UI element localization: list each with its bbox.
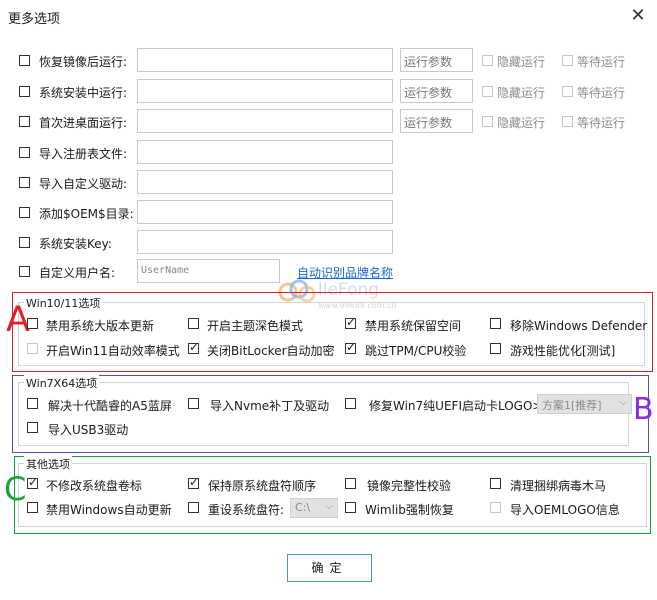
oem-dir-checkbox[interactable]	[19, 207, 30, 218]
chevron-down-icon: ⌵	[325, 501, 333, 512]
wimlib-force-checkbox[interactable]	[345, 502, 356, 513]
image-verify-label: 镜像完整性校验	[367, 479, 452, 493]
keep-drive-order-checkbox[interactable]	[188, 475, 199, 489]
confirm-button[interactable]: 确定	[287, 554, 372, 582]
restore-run-wait-label: 等待运行	[577, 55, 626, 69]
chevron-down-icon: ⌵	[619, 397, 627, 408]
other-group-title: 其他选项	[24, 456, 72, 472]
desktop-run-checkbox[interactable]	[19, 116, 30, 127]
oemlogo-checkbox[interactable]	[490, 502, 501, 513]
restore-run-input[interactable]	[137, 48, 393, 72]
remove-defender-label: 移除Windows Defender	[510, 319, 648, 333]
marker-letter-b: B	[633, 392, 654, 427]
setup-run-hide-label: 隐藏运行	[497, 86, 546, 100]
drive-letter-select[interactable]: C:\ ⌵	[290, 498, 338, 518]
disable-major-update-checkbox[interactable]	[27, 318, 38, 329]
keep-drive-order-label: 保持原系统盘符顺序	[208, 479, 317, 493]
desktop-run-hide-label: 隐藏运行	[497, 116, 546, 130]
title-bar: 更多选项 ✕	[0, 0, 657, 34]
import-registry-checkbox[interactable]	[19, 147, 30, 158]
dark-theme-label: 开启主题深色模式	[207, 319, 304, 333]
import-driver-label: 导入自定义驱动:	[39, 177, 128, 191]
setup-run-wait-checkbox[interactable]	[562, 86, 573, 97]
close-icon[interactable]: ✕	[628, 6, 648, 26]
skip-tpm-label: 跳过TPM/CPU校验	[365, 344, 467, 358]
setup-run-input[interactable]	[137, 79, 393, 103]
usb3-driver-checkbox[interactable]	[27, 422, 38, 433]
dark-theme-checkbox[interactable]	[188, 318, 199, 329]
import-registry-label: 导入注册表文件:	[39, 147, 128, 161]
win7-group-title: Win7X64选项	[24, 375, 100, 391]
desktop-run-param[interactable]: 运行参数	[400, 109, 473, 133]
game-optimize-label: 游戏性能优化[测试]	[510, 344, 616, 358]
disable-bitlocker-label: 关闭BitLocker自动加密	[207, 344, 335, 358]
import-driver-input[interactable]	[137, 170, 393, 194]
install-key-checkbox[interactable]	[19, 237, 30, 248]
install-key-label: 系统安装Key:	[39, 237, 112, 251]
skip-tpm-checkbox[interactable]	[345, 340, 356, 354]
restore-run-label: 恢复镜像后运行:	[39, 55, 128, 69]
nvme-patch-checkbox[interactable]	[188, 398, 199, 409]
nvme-patch-label: 导入Nvme补丁及驱动	[210, 399, 330, 413]
install-key-input[interactable]	[137, 230, 393, 254]
oem-dir-label: 添加$OEM$目录:	[39, 207, 134, 221]
username-label: 自定义用户名:	[39, 266, 116, 280]
keep-volume-label-label: 不修改系统盘卷标	[46, 479, 143, 493]
window-title: 更多选项	[8, 12, 61, 27]
setup-run-checkbox[interactable]	[19, 86, 30, 97]
setup-run-label: 系统安装中运行:	[39, 86, 128, 100]
disable-reserved-storage-label: 禁用系统保留空间	[365, 319, 462, 333]
restore-run-hide-checkbox[interactable]	[482, 55, 493, 66]
fix-uefi-logo-label: 修复Win7纯UEFI启动卡LOGO>>	[369, 399, 553, 413]
username-input[interactable]: UserName	[137, 259, 280, 283]
fix-a5-bsod-checkbox[interactable]	[27, 398, 38, 409]
uefi-fix-scheme-value: 方案1[推荐]	[542, 399, 602, 412]
disable-auto-update-label: 禁用Windows自动更新	[46, 503, 172, 517]
disable-reserved-storage-checkbox[interactable]	[345, 315, 356, 329]
game-optimize-checkbox[interactable]	[490, 343, 501, 354]
usb3-driver-label: 导入USB3驱动	[48, 423, 129, 437]
reset-drive-letter-label: 重设系统盘符:	[208, 503, 285, 517]
disable-auto-update-checkbox[interactable]	[27, 502, 38, 513]
uefi-fix-scheme-select[interactable]: 方案1[推荐] ⌵	[537, 394, 632, 414]
clean-malware-label: 清理捆绑病毒木马	[510, 479, 607, 493]
setup-run-hide-checkbox[interactable]	[482, 86, 493, 97]
import-registry-input[interactable]	[137, 140, 393, 164]
win11-efficiency-checkbox[interactable]	[27, 343, 38, 354]
restore-run-hide-label: 隐藏运行	[497, 55, 546, 69]
marker-letter-c: C	[4, 470, 27, 508]
wimlib-force-label: Wimlib强制恢复	[365, 503, 454, 517]
win11-efficiency-label: 开启Win11自动效率模式	[46, 344, 180, 358]
fix-uefi-logo-checkbox[interactable]	[345, 398, 356, 409]
setup-run-wait-label: 等待运行	[577, 86, 626, 100]
restore-run-wait-checkbox[interactable]	[562, 55, 573, 66]
image-verify-checkbox[interactable]	[345, 478, 356, 489]
desktop-run-wait-label: 等待运行	[577, 116, 626, 130]
restore-run-checkbox[interactable]	[19, 55, 30, 66]
desktop-run-input[interactable]	[137, 109, 393, 133]
desktop-run-hide-checkbox[interactable]	[482, 116, 493, 127]
drive-letter-value: C:\	[295, 501, 311, 514]
import-driver-checkbox[interactable]	[19, 177, 30, 188]
reset-drive-letter-checkbox[interactable]	[188, 502, 199, 513]
disable-major-update-label: 禁用系统大版本更新	[46, 319, 155, 333]
remove-defender-checkbox[interactable]	[490, 318, 501, 329]
restore-run-param[interactable]: 运行参数	[400, 48, 473, 72]
disable-bitlocker-checkbox[interactable]	[188, 340, 199, 354]
setup-run-param[interactable]: 运行参数	[400, 79, 473, 103]
win1011-group-title: Win10/11选项	[24, 295, 103, 311]
oemlogo-label: 导入OEMLOGO信息	[510, 503, 620, 517]
keep-volume-label-checkbox[interactable]	[27, 475, 38, 489]
username-checkbox[interactable]	[19, 266, 30, 277]
fix-a5-bsod-label: 解决十代酷睿的A5蓝屏	[48, 399, 172, 413]
desktop-run-wait-checkbox[interactable]	[562, 116, 573, 127]
oem-dir-input[interactable]	[137, 200, 393, 224]
desktop-run-label: 首次进桌面运行:	[39, 116, 128, 130]
clean-malware-checkbox[interactable]	[490, 478, 501, 489]
